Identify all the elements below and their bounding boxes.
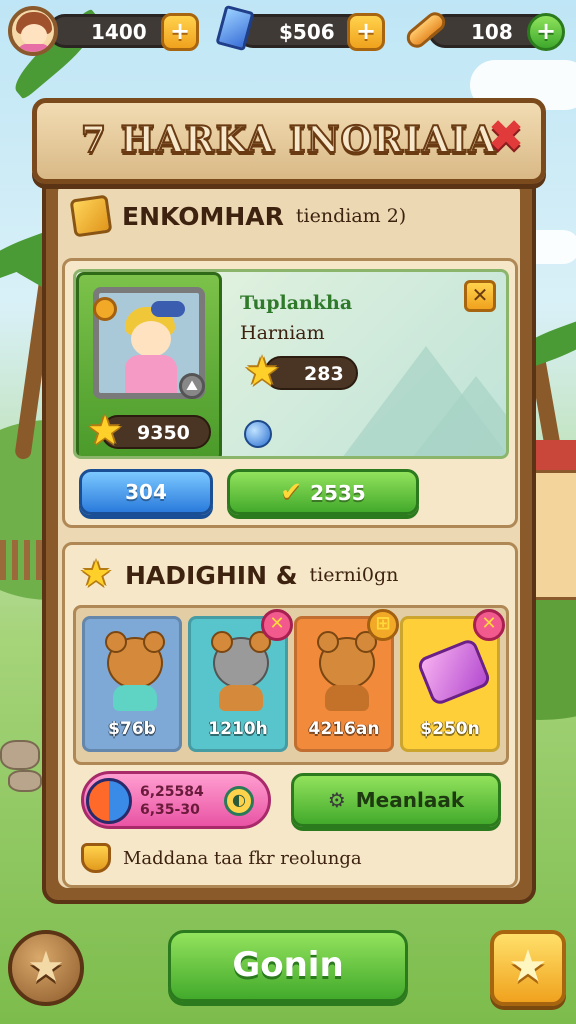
resource-bar: 1400 + $506 + 108 + [8,4,568,56]
page-title: 7 HARKA INORIAIA [80,118,498,162]
section2-header: ★ HADIGHIN & tierni0gn [79,553,398,597]
bonus-line-2: 6,35-30 [140,802,200,818]
star-icon: ★ [79,554,113,595]
item-price: $76b [108,719,156,739]
star-menu-button[interactable]: ★ [8,930,84,1006]
shop-item[interactable]: $76b [82,616,182,752]
meanlaak-button[interactable]: ⚙ Meanlaak [291,773,501,827]
ball-icon [86,778,132,824]
corner-close-button[interactable]: ✕ [464,280,496,312]
bear-icon [317,631,377,689]
rock [8,770,42,792]
bonus-line-1: 6,25584 [140,784,204,800]
gems-counter: $506 + [236,13,385,51]
remove-badge-icon[interactable]: ✕ [261,609,293,641]
star-icon: ★ [244,349,280,395]
character-role: Harniam [240,322,325,344]
shield-icon [81,843,111,873]
bear-icon [105,631,165,689]
shop-card: ★ HADIGHIN & tierni0gn $76b ✕ 1210h ⊞ 42… [62,542,518,888]
section1-subtitle: tiendiam 2) [295,205,407,227]
gear-icon: ⚙ [327,788,346,812]
blue-button-label: 304 [125,480,167,504]
bonus-pill[interactable]: 6,25584 6,35-30 ◐ [81,771,271,829]
cube-icon [69,194,113,238]
check-icon: ✔ [280,477,303,507]
character-portrait-frame[interactable]: ⛰ 9350 ★ [76,272,222,456]
go-button[interactable]: Gonin [168,930,408,1002]
potion-icon [415,637,493,707]
coin-icon: ◐ [224,786,254,816]
section2-subtitle: tierni0gn [309,564,399,586]
shop-item[interactable]: ⊞ 4216an [294,609,399,752]
power-value: 9350 [137,422,190,444]
mountain-badge-icon: ⛰ [179,373,205,399]
title-board: 7 HARKA INORIAIA ✖ [32,98,546,184]
add-gems-button[interactable]: + [347,13,385,51]
player-avatar[interactable] [8,6,58,56]
favorite-button[interactable]: ★ [490,930,566,1006]
stars-value: 283 [304,363,344,385]
energy-counter: 108 + [428,13,565,51]
shop-items-row: $76b ✕ 1210h ⊞ 4216an ✕ $250n [73,605,509,765]
coins-value: 1400 [91,20,147,44]
grid-badge-icon[interactable]: ⊞ [367,609,399,641]
coins-counter: 1400 + [48,13,199,51]
character-card: ⛰ 9350 ★ Tuplankha Harniam ✕ 283 ★ 304 ✔… [62,258,518,528]
energy-value: 108 [471,20,513,44]
blue-action-button[interactable]: 304 [79,469,213,515]
rock [0,740,40,770]
add-energy-button[interactable]: + [527,13,565,51]
star-icon: ★ [87,408,123,454]
item-price: 1210h [208,719,268,739]
section1-header: ENKOMHAR tiendiam 2) [69,194,407,238]
shop-item[interactable]: ✕ $250n [400,609,505,752]
bear-icon [211,631,271,689]
gems-value: $506 [279,20,335,44]
orb-icon [244,420,272,448]
section1-title: ENKOMHAR [122,201,284,231]
confirm-button-label: 2535 [310,481,366,505]
remove-badge-icon[interactable]: ✕ [473,609,505,641]
item-price: 4216an [308,719,380,739]
character-art-area: ⛰ 9350 ★ Tuplankha Harniam ✕ 283 ★ [73,269,509,459]
meanlaak-label: Meanlaak [355,788,465,812]
go-button-label: Gonin [232,945,344,985]
note-row: Maddana taa fkr reolunga [81,841,362,875]
shop-item[interactable]: ✕ 1210h [188,609,293,752]
flower-icon [93,297,117,321]
confirm-button[interactable]: ✔ 2535 [227,469,419,515]
close-icon[interactable]: ✖ [485,115,527,159]
add-coins-button[interactable]: + [161,13,199,51]
note-text: Maddana taa fkr reolunga [123,847,362,869]
section2-title: HADIGHIN & [125,560,298,590]
character-name: Tuplankha [240,292,353,314]
item-price: $250n [420,719,480,739]
